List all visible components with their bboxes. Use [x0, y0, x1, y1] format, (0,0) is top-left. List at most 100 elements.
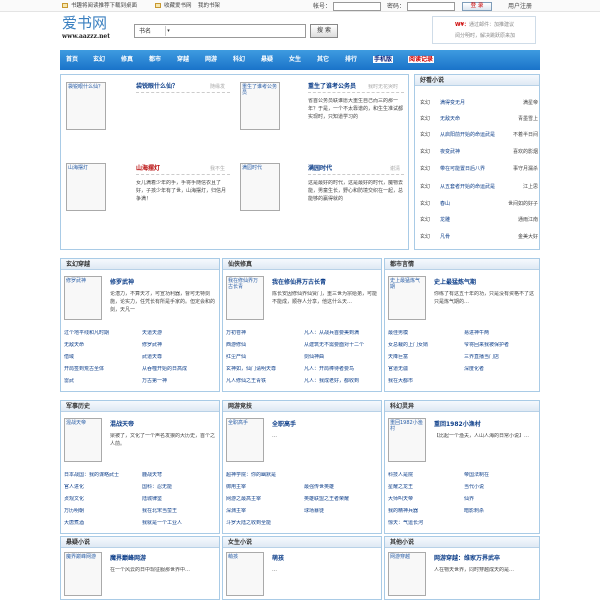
nav-paihang[interactable]: 排行 [345, 56, 357, 63]
list-item[interactable]: 玄幻 凡骨 金美大好 [420, 234, 538, 244]
bookshelf-link[interactable]: 我的书架 [198, 3, 220, 10]
section-main-title[interactable]: 魔界巅峰网游 [110, 555, 146, 562]
list-item[interactable]: 我在北宋当蛮王 [142, 508, 216, 514]
register-link[interactable]: 用户注册 [508, 3, 532, 10]
book-title[interactable]: 从五套者开始的命运武是 [440, 184, 495, 190]
cover-image[interactable]: 史上最猛炼气期 [388, 276, 426, 320]
list-item[interactable]: 修罗武神 [142, 342, 216, 348]
section-main-title[interactable]: 修罗武神 [110, 279, 134, 286]
search-button[interactable]: 搜 索 [310, 24, 338, 38]
list-item[interactable]: 凡人修仙之王青铁 [226, 378, 300, 384]
list-item[interactable]: 剑仙神曲 [304, 354, 378, 360]
list-item[interactable]: 天降巨富 [388, 354, 460, 360]
list-item[interactable]: 武道天尊 [142, 354, 216, 360]
nav-history[interactable]: 阅读记录 [408, 56, 435, 64]
list-item[interactable]: 无敌天命 [64, 342, 138, 348]
list-item[interactable]: 日本战国：我的谋略武士 [64, 472, 138, 478]
list-item[interactable]: 万初苍神 [226, 330, 300, 336]
cover-image[interactable]: 修罗武神 [64, 276, 102, 320]
list-item[interactable]: 超神学院：你的幽默是 [226, 472, 378, 478]
nav-kehuan[interactable]: 科幻 [233, 56, 245, 63]
list-item[interactable]: 惊天：气运长河 [388, 520, 460, 526]
list-item[interactable]: 红尘产仙 [226, 354, 300, 360]
list-item[interactable]: 鹿战天穹 [142, 472, 216, 478]
cover-image[interactable]: 重生了谁考公务员 [240, 82, 280, 130]
book-title[interactable]: 从启阳前开始的命运武是 [440, 132, 495, 138]
list-item[interactable]: 英雄联盟之王者荣耀 [304, 496, 378, 502]
nav-xuanhuan[interactable]: 玄幻 [93, 56, 105, 63]
list-item[interactable]: 玄幻 从五套者开始的命运武是 江上思 [420, 184, 538, 194]
list-item[interactable]: 凡人：从战兵首要美到满 [304, 330, 378, 336]
list-item[interactable]: 凡人：开局棒待者要鸟 [304, 366, 378, 372]
list-item[interactable]: 三界直播当门店 [464, 354, 536, 360]
cover-image[interactable]: 山海摆灯 [66, 163, 106, 211]
list-item[interactable]: 万古第一神 [142, 378, 216, 384]
list-item[interactable]: 深渊主宰 [226, 508, 300, 514]
book-title[interactable]: 夜变武神 [440, 149, 460, 155]
book-title[interactable]: 满得变无月 [440, 100, 465, 106]
nav-xuanyi[interactable]: 悬疑 [261, 56, 273, 63]
list-item[interactable]: 御用主宰 [226, 484, 300, 490]
nav-chuanyue[interactable]: 穿越 [177, 56, 189, 63]
password-input[interactable] [407, 2, 455, 11]
cover-image[interactable]: 我在修仙界万古长青 [226, 276, 264, 320]
list-item[interactable]: 暗影刺杀 [464, 508, 536, 514]
desktop-link[interactable]: 书趣将阅读推荐下载到桌面 [71, 3, 137, 10]
list-item[interactable]: 凡人：我成老好，都收到 [304, 378, 378, 384]
nav-dushi[interactable]: 都市 [149, 56, 161, 63]
book-title[interactable]: 龙雕 [440, 217, 450, 223]
list-item[interactable]: 国科：忍无能 [142, 484, 216, 490]
book-title[interactable]: 无敌天命 [440, 116, 460, 122]
nav-nvsheng[interactable]: 女生 [289, 56, 301, 63]
list-item[interactable]: 贞观文化 [64, 496, 138, 502]
list-item[interactable]: 官道无疆 [388, 366, 460, 372]
cover-image[interactable]: 网游穿越 [388, 552, 426, 596]
list-item[interactable]: 最佳男模 [388, 330, 460, 336]
nav-qita[interactable]: 其它 [317, 56, 329, 63]
list-item[interactable]: 网游之最高主宰 [226, 496, 300, 502]
list-item[interactable]: 玄幻 满得变无月 满星帝 [420, 100, 538, 110]
cover-image[interactable]: 袋锐眼什么仙？ [66, 82, 106, 130]
list-item[interactable]: 玄幻 龙雕 通雨江南 [420, 217, 538, 227]
list-item[interactable]: 官人进化 [64, 484, 138, 490]
site-logo[interactable]: 爱书网 [62, 14, 107, 32]
list-item[interactable]: 斗罗大陆之收到全能 [226, 520, 378, 526]
book-title[interactable]: 凡骨 [440, 234, 450, 240]
section-main-title[interactable]: 我在修仙界万古长青 [272, 279, 326, 286]
list-item[interactable]: 玄幻 无敌天命 青墨雪上 [420, 116, 538, 126]
cover-image[interactable]: 魔界巅峰网游 [64, 552, 102, 596]
list-item[interactable]: 科技人是院 [388, 472, 460, 478]
book-title[interactable]: 春山 [440, 201, 450, 207]
feature-title[interactable]: 袋锐眼什么仙？ [136, 83, 178, 90]
list-item[interactable]: 爷将回来我被保护者 [464, 342, 536, 348]
nav-xiuzhen[interactable]: 修真 [121, 56, 133, 63]
list-item[interactable]: 从吞噬开始的日高成 [142, 366, 216, 372]
feature-title[interactable]: 重生了谁考公务员 [308, 83, 356, 90]
account-input[interactable] [333, 2, 381, 11]
cover-image[interactable]: 萌孩 [226, 552, 264, 596]
list-item[interactable]: 玄幻 夜变武神 喜欢的影烟 [420, 149, 538, 159]
list-item[interactable]: 深度化者 [464, 366, 536, 372]
list-item[interactable]: 玄幻 从启阳前开始的命运武是 不着半日间 [420, 132, 538, 142]
cover-image[interactable]: 混战天帝 [64, 418, 102, 462]
cover-image[interactable]: 满园时代 [240, 163, 280, 211]
list-item[interactable]: 陆城律鉴 [142, 496, 216, 502]
list-item[interactable]: 开局签到荒古圣体 [64, 366, 138, 372]
section-main-title[interactable]: 网游穿越：维家万界武卒 [434, 555, 500, 562]
list-item[interactable]: 借域 [64, 354, 138, 360]
list-item[interactable]: 最强传世英雄 [304, 484, 378, 490]
list-item[interactable]: 过个地平线和凡时期 [64, 330, 138, 336]
list-item[interactable]: 易进神牛两 [464, 330, 536, 336]
section-main-title[interactable]: 萌孩 [272, 555, 284, 562]
list-item[interactable]: 玄神如，仙门请明天尊 [226, 366, 300, 372]
list-item[interactable]: 万历明朝 [64, 508, 138, 514]
list-item[interactable]: 雷武 [64, 378, 138, 384]
list-item[interactable]: 我的精神兵器 [388, 508, 460, 514]
section-main-title[interactable]: 史上最猛炼气期 [434, 279, 476, 286]
cover-image[interactable]: 重回1982小渔村 [388, 418, 426, 462]
list-item[interactable]: 当代小说 [464, 484, 536, 490]
nav-home[interactable]: 首页 [66, 56, 78, 63]
list-item[interactable]: 从建筑无不需要面对十二个 [304, 342, 378, 348]
nav-mobile[interactable]: 手机版 [373, 56, 394, 64]
list-item[interactable]: 仙界 [464, 496, 536, 502]
